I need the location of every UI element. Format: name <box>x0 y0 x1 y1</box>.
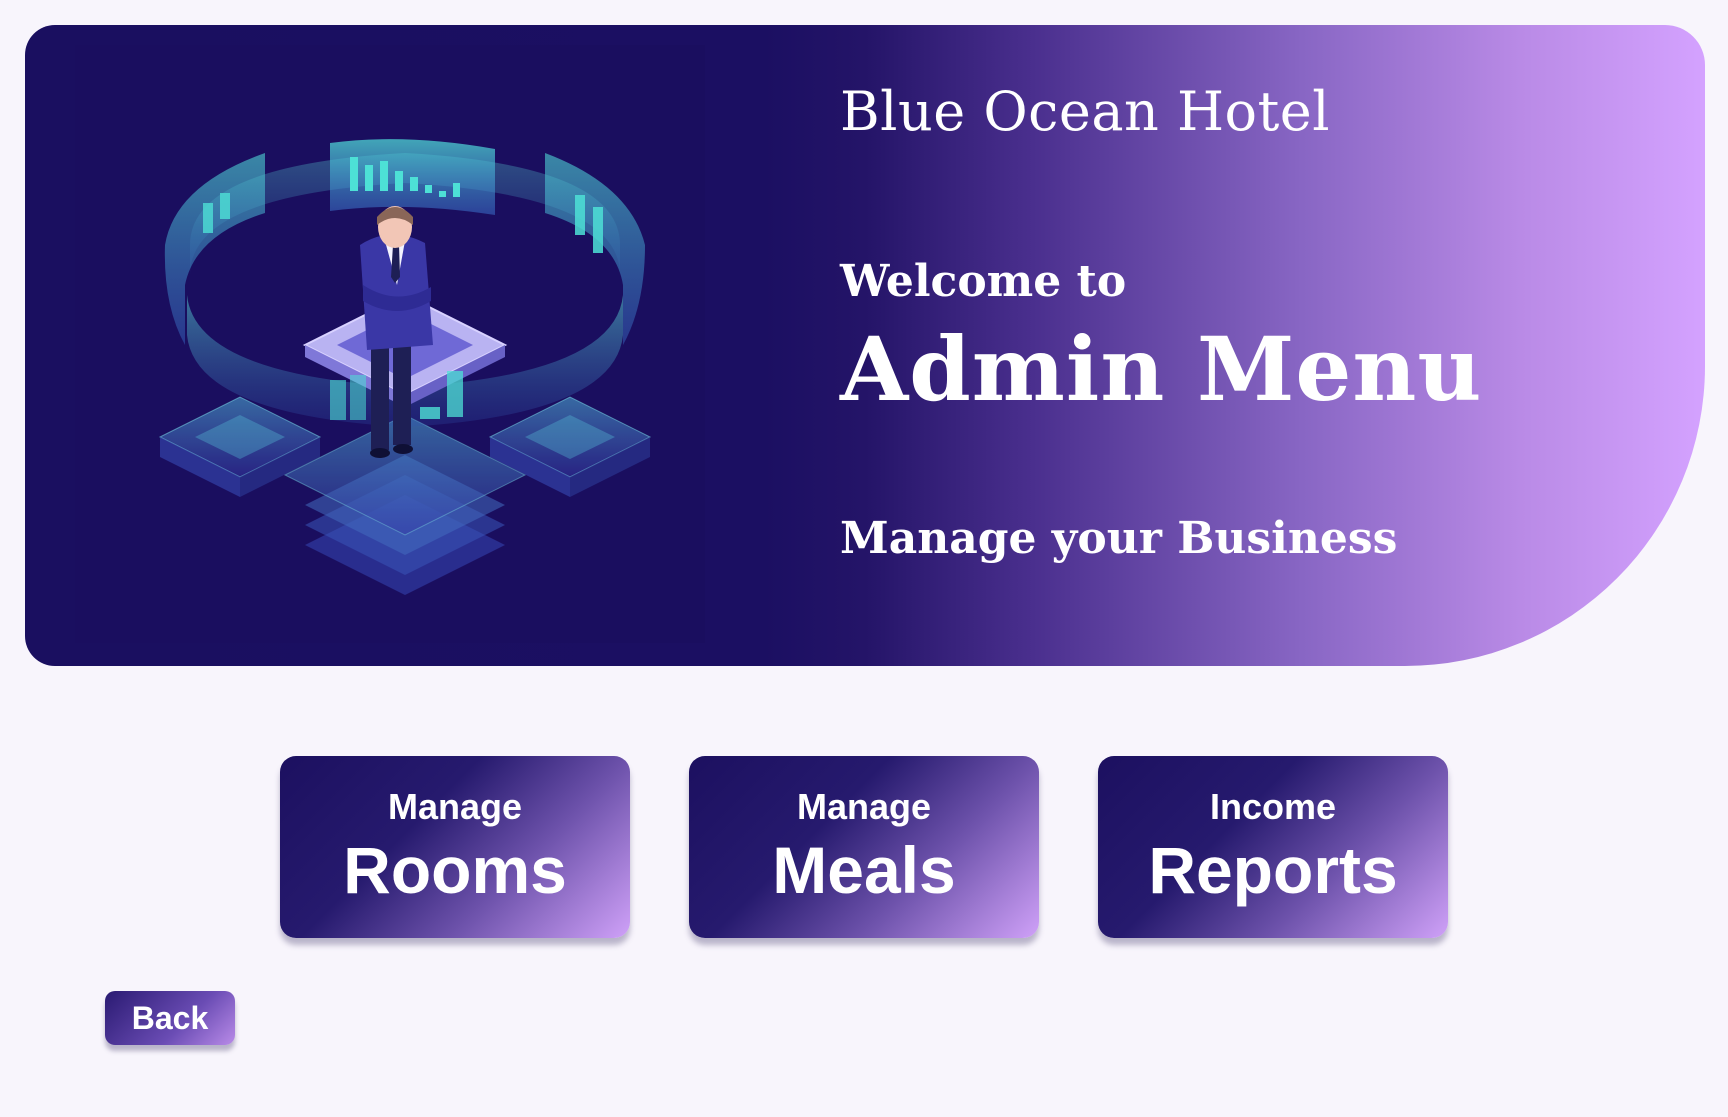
income-reports-small-label: Income <box>1209 786 1337 827</box>
hotel-name: Blue Ocean Hotel <box>840 80 1330 143</box>
income-reports-big-label: Reports <box>1148 833 1398 907</box>
back-button[interactable]: Back <box>105 991 235 1045</box>
admin-illustration <box>75 45 705 643</box>
manage-rooms-small-label: Manage <box>387 786 523 827</box>
page-title: Admin Menu <box>840 317 1483 421</box>
hero-banner: Blue Ocean Hotel Welcome to Admin Menu M… <box>25 25 1705 666</box>
manage-rooms-big-label: Rooms <box>343 833 567 907</box>
tagline: Manage your Business <box>840 513 1398 564</box>
manage-meals-big-label: Meals <box>772 833 956 907</box>
manage-meals-small-label: Manage <box>796 786 932 827</box>
income-reports-button[interactable]: Income Reports <box>1098 756 1448 938</box>
manage-meals-button[interactable]: Manage Meals <box>689 756 1039 938</box>
manage-rooms-button[interactable]: Manage Rooms <box>280 756 630 938</box>
welcome-text: Welcome to <box>840 256 1127 307</box>
